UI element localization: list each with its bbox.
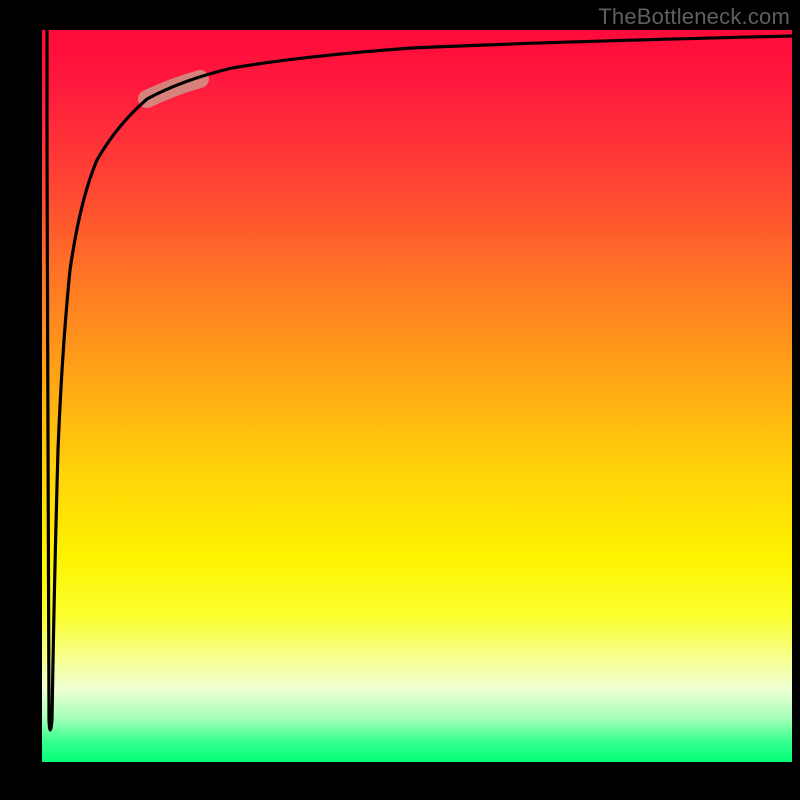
chart-frame: TheBottleneck.com (0, 0, 800, 800)
curve-layer (42, 30, 792, 762)
plot-area (42, 30, 792, 762)
watermark-text: TheBottleneck.com (598, 4, 790, 30)
bottleneck-curve (47, 30, 792, 730)
